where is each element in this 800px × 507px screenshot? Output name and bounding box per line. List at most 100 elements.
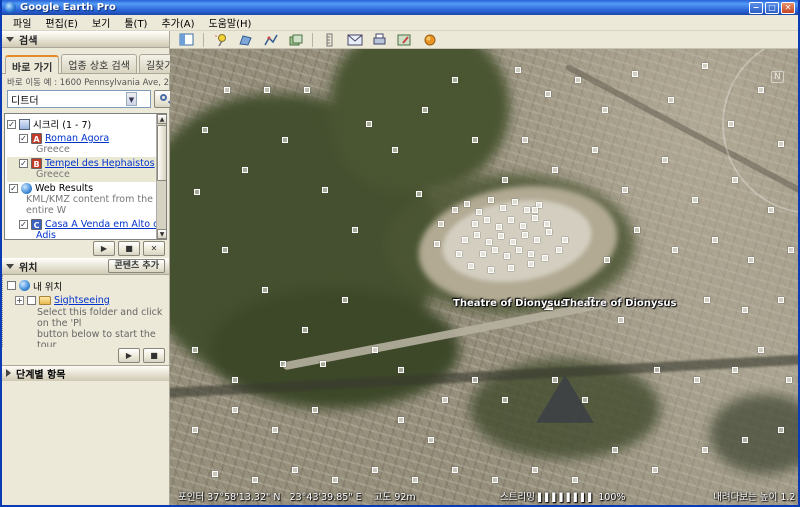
photo-placemark-icon[interactable] <box>264 87 270 93</box>
photo-placemark-icon[interactable] <box>575 77 581 83</box>
photo-placemark-icon[interactable] <box>428 437 434 443</box>
photo-placemark-icon[interactable] <box>632 71 638 77</box>
map-label-theatre-1[interactable]: Theatre of Dionysus <box>453 298 566 309</box>
photo-placemark-icon[interactable] <box>692 197 698 203</box>
results-root-row[interactable]: ✓ 시크리 (1 - 7) <box>7 116 156 132</box>
photo-placemark-icon[interactable] <box>212 471 218 477</box>
photo-placemark-icon[interactable] <box>332 477 338 483</box>
photo-placemark-icon[interactable] <box>702 63 708 69</box>
photo-placemark-icon[interactable] <box>280 361 286 367</box>
photo-placemark-icon[interactable] <box>192 347 198 353</box>
photo-placemark-icon[interactable] <box>508 217 514 223</box>
photo-placemark-icon[interactable] <box>498 233 504 239</box>
photo-placemark-icon[interactable] <box>562 237 568 243</box>
minimize-button[interactable]: − <box>749 2 763 14</box>
search-panel-header[interactable]: 검색 <box>2 31 169 48</box>
sun-icon[interactable] <box>421 32 438 47</box>
photo-placemark-icon[interactable] <box>398 367 404 373</box>
photo-placemark-icon[interactable] <box>712 237 718 243</box>
checkbox-unchecked[interactable] <box>7 281 16 290</box>
photo-placemark-icon[interactable] <box>552 167 558 173</box>
tab-find-businesses[interactable]: 업종 상호 검색 <box>61 54 137 73</box>
photo-placemark-icon[interactable] <box>480 251 486 257</box>
tab-fly-to[interactable]: 바로 가기 <box>5 55 59 74</box>
photo-placemark-icon[interactable] <box>504 253 510 259</box>
photo-placemark-icon[interactable] <box>366 121 372 127</box>
result-link[interactable]: Roman Agora <box>45 133 109 144</box>
sightseeing-link[interactable]: Sightseeing <box>54 295 110 306</box>
scroll-thumb[interactable] <box>157 125 167 181</box>
photo-placemark-icon[interactable] <box>464 201 470 207</box>
photo-placemark-icon[interactable] <box>672 247 678 253</box>
photo-placemark-icon[interactable] <box>546 229 552 235</box>
photo-placemark-icon[interactable] <box>252 477 258 483</box>
sidebar-toggle-icon[interactable] <box>178 32 195 47</box>
photo-placemark-icon[interactable] <box>468 263 474 269</box>
photo-placemark-icon[interactable] <box>552 377 558 383</box>
photo-placemark-icon[interactable] <box>742 437 748 443</box>
photo-placemark-icon[interactable] <box>508 265 514 271</box>
photo-placemark-icon[interactable] <box>512 199 518 205</box>
photo-placemark-icon[interactable] <box>545 91 551 97</box>
photo-placemark-icon[interactable] <box>438 221 444 227</box>
photo-placemark-icon[interactable] <box>292 467 298 473</box>
photo-placemark-icon[interactable] <box>732 177 738 183</box>
web-results-row[interactable]: ✓ Web Results KML/KMZ content from the e… <box>7 182 156 218</box>
places-panel-header[interactable]: 위치 콘텐츠 추가 <box>2 258 169 275</box>
photo-placemark-icon[interactable] <box>192 427 198 433</box>
photo-placemark-icon[interactable] <box>668 97 674 103</box>
expand-icon[interactable]: + <box>15 296 24 305</box>
photo-placemark-icon[interactable] <box>502 177 508 183</box>
photo-placemark-icon[interactable] <box>202 127 208 133</box>
photo-placemark-icon[interactable] <box>618 317 624 323</box>
photo-placemark-icon[interactable] <box>534 237 540 243</box>
maximize-button[interactable]: □ <box>765 2 779 14</box>
photo-placemark-icon[interactable] <box>515 67 521 73</box>
photo-placemark-icon[interactable] <box>452 467 458 473</box>
clear-results-button[interactable]: ✕ <box>143 241 165 256</box>
map-view[interactable]: N Theatre of Dionysus Theatre of Dionysu… <box>170 49 798 505</box>
results-scrollbar[interactable]: ▲ ▼ <box>156 114 166 239</box>
result-item-b[interactable]: ✓ B Tempel des Hephaistos Greece <box>7 157 156 182</box>
view-in-google-maps-icon[interactable] <box>396 32 413 47</box>
result-link[interactable]: Casa A Venda em Alto o (Nom <box>45 219 156 230</box>
photo-placemark-icon[interactable] <box>786 377 792 383</box>
compass-north-label[interactable]: N <box>771 71 784 83</box>
result-item-c[interactable]: ✓ C Casa A Venda em Alto o (Nom Adis 3 q… <box>7 218 156 239</box>
stop-tour-button[interactable]: ■ <box>143 348 165 363</box>
photo-placemark-icon[interactable] <box>612 447 618 453</box>
photo-placemark-icon[interactable] <box>422 107 428 113</box>
scroll-up-icon[interactable]: ▲ <box>157 114 167 124</box>
photo-placemark-icon[interactable] <box>778 297 784 303</box>
photo-placemark-icon[interactable] <box>222 247 228 253</box>
photo-placemark-icon[interactable] <box>476 209 482 215</box>
title-bar[interactable]: Google Earth Pro − □ ✕ <box>2 0 798 15</box>
my-places-row[interactable]: 내 위치 <box>7 278 167 294</box>
photo-placemark-icon[interactable] <box>472 137 478 143</box>
close-button[interactable]: ✕ <box>781 2 795 14</box>
photo-placemark-icon[interactable] <box>778 427 784 433</box>
photo-placemark-icon[interactable] <box>502 397 508 403</box>
photo-placemark-icon[interactable] <box>452 77 458 83</box>
photo-placemark-icon[interactable] <box>320 361 326 367</box>
photo-placemark-icon[interactable] <box>742 307 748 313</box>
menu-file[interactable]: 파일 <box>6 14 38 31</box>
add-placemark-icon[interactable] <box>212 32 229 47</box>
scroll-down-icon[interactable]: ▼ <box>157 229 167 239</box>
menu-tools[interactable]: 툴(T) <box>117 14 154 31</box>
photo-placemark-icon[interactable] <box>492 247 498 253</box>
photo-placemark-icon[interactable] <box>520 223 526 229</box>
menu-view[interactable]: 보기 <box>85 14 117 31</box>
checkbox-checked[interactable]: ✓ <box>19 159 28 168</box>
photo-placemark-icon[interactable] <box>322 187 328 193</box>
photo-placemark-icon[interactable] <box>232 377 238 383</box>
photo-placemark-icon[interactable] <box>532 207 538 213</box>
photo-placemark-icon[interactable] <box>542 255 548 261</box>
photo-placemark-icon[interactable] <box>304 87 310 93</box>
photo-placemark-icon[interactable] <box>732 367 738 373</box>
photo-placemark-icon[interactable] <box>372 347 378 353</box>
photo-placemark-icon[interactable] <box>262 287 268 293</box>
photo-placemark-icon[interactable] <box>510 239 516 245</box>
print-icon[interactable] <box>371 32 388 47</box>
ruler-icon[interactable] <box>321 32 338 47</box>
